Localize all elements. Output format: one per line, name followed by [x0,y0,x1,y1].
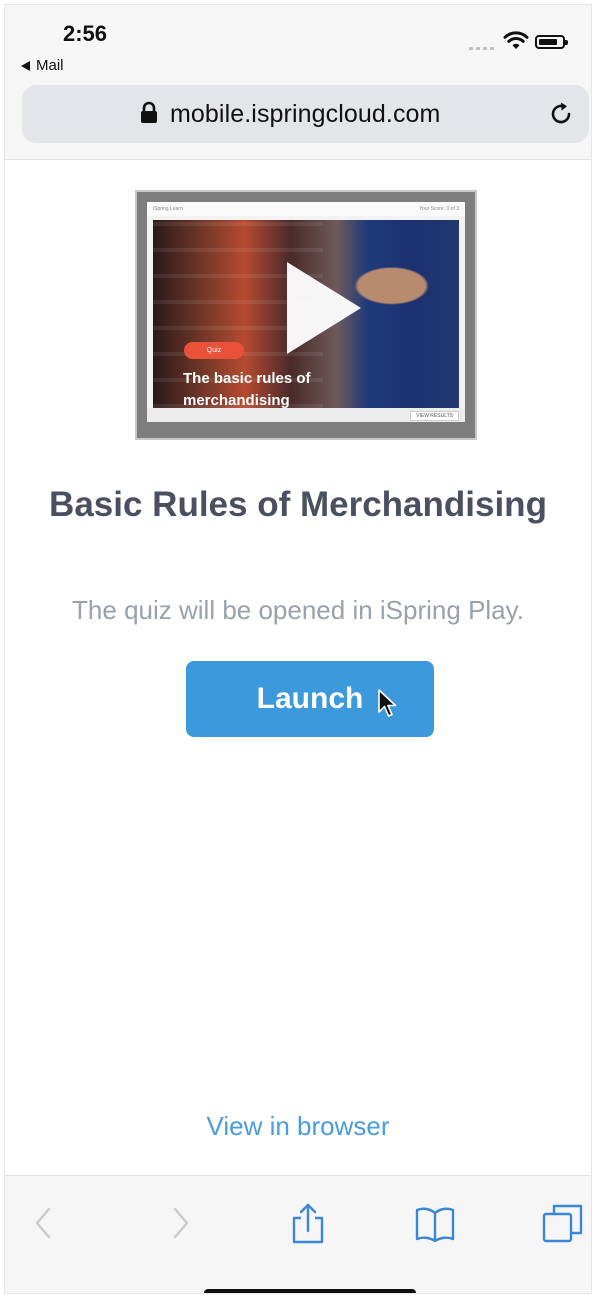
thumbnail-header: iSpring Learn Your Score: 0 of 3 [147,202,465,216]
tabs-icon[interactable] [541,1201,585,1245]
bookmarks-icon[interactable] [413,1201,457,1245]
status-time: 2:56 [63,21,108,46]
quiz-thumbnail[interactable]: iSpring Learn Your Score: 0 of 3 Quiz Th… [135,190,477,440]
mouse-cursor-icon [378,689,397,717]
url-text[interactable]: mobile.ispringcloud.com [170,100,440,129]
forward-icon[interactable] [157,1201,201,1245]
quiz-badge: Quiz [184,342,244,359]
thumbnail-footer: VIEW RESULTS [147,408,465,422]
signal-icon [469,47,494,50]
thumbnail-slide: iSpring Learn Your Score: 0 of 3 Quiz Th… [147,202,465,422]
lock-icon [141,101,157,123]
battery-icon [535,35,568,49]
back-icon[interactable] [23,1201,67,1245]
reload-icon[interactable] [548,101,574,127]
share-icon[interactable] [286,1201,330,1245]
thumbnail-title: The basic rules of merchandising [183,370,311,409]
view-in-browser-link[interactable]: View in browser [5,1111,591,1142]
course-subtitle: The quiz will be opened in iSpring Play. [72,595,524,625]
play-icon[interactable] [287,262,361,354]
course-title: Basic Rules of Merchandising [49,485,547,524]
back-triangle-icon [21,60,30,71]
back-app-label: Mail [36,57,64,74]
back-to-app[interactable]: Mail [21,57,64,74]
phone-screen: 2:56 Mail mobile.ispringcloud.com iSprin… [4,4,592,1294]
wifi-icon [503,31,529,49]
thumbnail-header-left: iSpring Learn [153,206,183,212]
view-results-label: VIEW RESULTS [410,411,459,421]
home-indicator[interactable] [204,1289,416,1293]
thumbnail-header-right: Your Score: 0 of 3 [419,206,459,212]
